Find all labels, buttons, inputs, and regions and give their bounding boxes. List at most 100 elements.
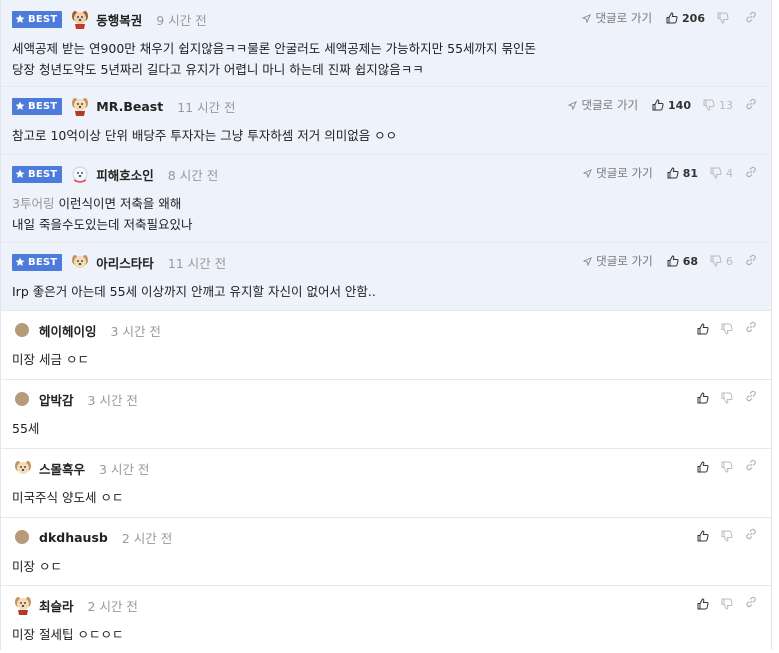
dog-avatar-icon: [15, 461, 31, 474]
best-comment: BEST 아리스타타 11 시간 전 댓글로 가기 68 6 Irp 좋은거 아…: [1, 243, 771, 311]
downvote-button[interactable]: 6: [710, 255, 733, 268]
arrow-icon: [582, 13, 592, 23]
comment-text: 미장 ㅇㄷ: [12, 559, 62, 574]
comment: 헤이헤이잉 3 시간 전 미장 세금 ㅇㄷ: [1, 311, 771, 380]
downvote-button[interactable]: [721, 530, 733, 542]
share-link-button[interactable]: [745, 98, 757, 113]
best-comment: BEST MR.Beast 11 시간 전 댓글로 가기 140 13 참고로 …: [1, 87, 771, 155]
comment: dkdhausb 2 시간 전 미장 ㅇㄷ: [1, 518, 771, 586]
thumbs-up-icon: [666, 12, 678, 24]
comment-text: 미국주식 양도세 ㅇㄷ: [12, 490, 124, 505]
comment-author[interactable]: dkdhausb: [39, 530, 108, 545]
downvote-button[interactable]: 4: [710, 167, 733, 180]
upvote-button[interactable]: [697, 322, 709, 335]
star-icon: [15, 257, 25, 266]
link-icon: [746, 98, 756, 109]
upvote-button[interactable]: [697, 597, 709, 610]
upvote-button[interactable]: 140: [652, 99, 691, 112]
downvote-button[interactable]: [721, 461, 733, 473]
thumbs-down-icon: [710, 255, 722, 267]
best-badge: BEST: [12, 97, 63, 115]
dog-avatar-icon: [72, 255, 89, 268]
go-to-reply-link[interactable]: 댓글로 가기: [583, 253, 653, 269]
comment-text: 미장 세금 ㅇㄷ: [12, 352, 89, 367]
thumbs-down-icon: [721, 392, 733, 404]
share-link-button[interactable]: [745, 390, 757, 405]
thumbs-up-icon: [697, 322, 709, 334]
comment-text-line: 당장 청년도약도 5년짜리 길다고 유지가 어렵니 마니 하는데 진짜 쉽지않음…: [12, 62, 424, 77]
downvote-button[interactable]: [717, 12, 733, 24]
share-link-button[interactable]: [745, 166, 757, 181]
go-to-reply-link[interactable]: 댓글로 가기: [582, 10, 652, 26]
comment-time: 11 시간 전: [167, 255, 227, 271]
comment-text: 미장 절세팁 ㅇㄷㅇㄷ: [12, 627, 124, 642]
thumbs-up-icon: [697, 460, 709, 472]
comment-text-line: 내일 죽을수도있는데 저축필요있나: [12, 217, 193, 232]
quoted-user[interactable]: 3투어링: [12, 196, 54, 211]
best-badge: BEST: [12, 253, 63, 271]
dog-avatar-icon: [72, 98, 89, 116]
downvote-button[interactable]: [721, 598, 733, 610]
link-icon: [746, 321, 756, 333]
comment-author[interactable]: 헤이헤이잉: [39, 321, 97, 340]
upvote-button[interactable]: 206: [666, 12, 705, 25]
arrow-icon: [583, 256, 593, 266]
link-icon: [746, 390, 756, 402]
comment: 압박감 3 시간 전 55세: [1, 380, 771, 449]
white-dog-avatar-icon: [72, 166, 88, 183]
comment-time: 3 시간 전: [87, 392, 138, 408]
share-link-button[interactable]: [745, 459, 757, 474]
star-icon: [15, 101, 25, 110]
comment-author[interactable]: MR.Beast: [96, 99, 163, 114]
avatar: [15, 392, 29, 406]
link-icon: [746, 596, 756, 608]
comment-author[interactable]: 동행복권: [96, 10, 142, 29]
comment-author[interactable]: 스몰흑우: [39, 459, 85, 478]
best-badge: BEST: [12, 10, 63, 28]
upvote-button[interactable]: [697, 529, 709, 542]
star-icon: [15, 14, 25, 23]
share-link-button[interactable]: [745, 254, 757, 269]
thumbs-up-icon: [667, 167, 679, 179]
thumbs-down-icon: [721, 461, 733, 473]
upvote-button[interactable]: [697, 391, 709, 404]
dog-avatar-icon: [72, 11, 89, 29]
arrow-icon: [568, 100, 578, 110]
comment-author[interactable]: 최슬라: [39, 596, 74, 615]
downvote-button[interactable]: [721, 323, 733, 335]
downvote-button[interactable]: 13: [703, 99, 733, 112]
share-link-button[interactable]: [745, 596, 757, 611]
go-to-reply-link[interactable]: 댓글로 가기: [568, 97, 638, 113]
comment-text-line: Irp 좋은거 아는데 55세 이상까지 안깨고 유지할 자신이 없어서 안함.…: [12, 284, 376, 299]
comment-text-line: 세액공제 받는 연900만 채우기 쉽지않음ㅋㅋ물론 안굴러도 세액공제는 가능…: [12, 41, 537, 56]
thumbs-down-icon: [721, 530, 733, 542]
comment-text-line: 이런식이면 저축을 왜해: [58, 196, 182, 211]
thumbs-up-icon: [697, 597, 709, 609]
best-comment: BEST 피해호소인 8 시간 전 댓글로 가기 81 4 3투어링 이런식이면…: [1, 155, 771, 243]
comment-list: BEST 동행복권 9 시간 전 댓글로 가기 206 세액공제 받는 연900…: [0, 0, 772, 650]
comment-time: 2 시간 전: [87, 598, 138, 614]
comment-author[interactable]: 아리스타타: [96, 253, 154, 272]
thumbs-up-icon: [697, 529, 709, 541]
thumbs-down-icon: [717, 12, 729, 24]
comment-text: 55세: [12, 421, 40, 436]
comment-text-line: 참고로 10억이상 단위 배당주 투자자는 그냥 투자하셈 저거 의미없음 ㅇㅇ: [12, 128, 398, 143]
share-link-button[interactable]: [745, 321, 757, 336]
upvote-button[interactable]: [697, 460, 709, 473]
comment-time: 11 시간 전: [177, 99, 236, 115]
avatar: [15, 323, 29, 337]
comment-author[interactable]: 피해호소인: [96, 165, 154, 184]
comment-author[interactable]: 압박감: [39, 390, 74, 409]
link-icon: [746, 254, 756, 265]
comment-time: 3 시간 전: [99, 461, 150, 477]
upvote-button[interactable]: 68: [667, 255, 698, 268]
downvote-button[interactable]: [721, 392, 733, 404]
upvote-button[interactable]: 81: [667, 167, 698, 180]
go-to-reply-link[interactable]: 댓글로 가기: [583, 165, 653, 181]
thumbs-up-icon: [652, 99, 664, 111]
share-link-button[interactable]: [745, 528, 757, 543]
share-link-button[interactable]: [745, 11, 757, 26]
comment-time: 3 시간 전: [110, 323, 161, 339]
thumbs-up-icon: [697, 391, 709, 403]
comment-time: 9 시간 전: [156, 12, 207, 28]
